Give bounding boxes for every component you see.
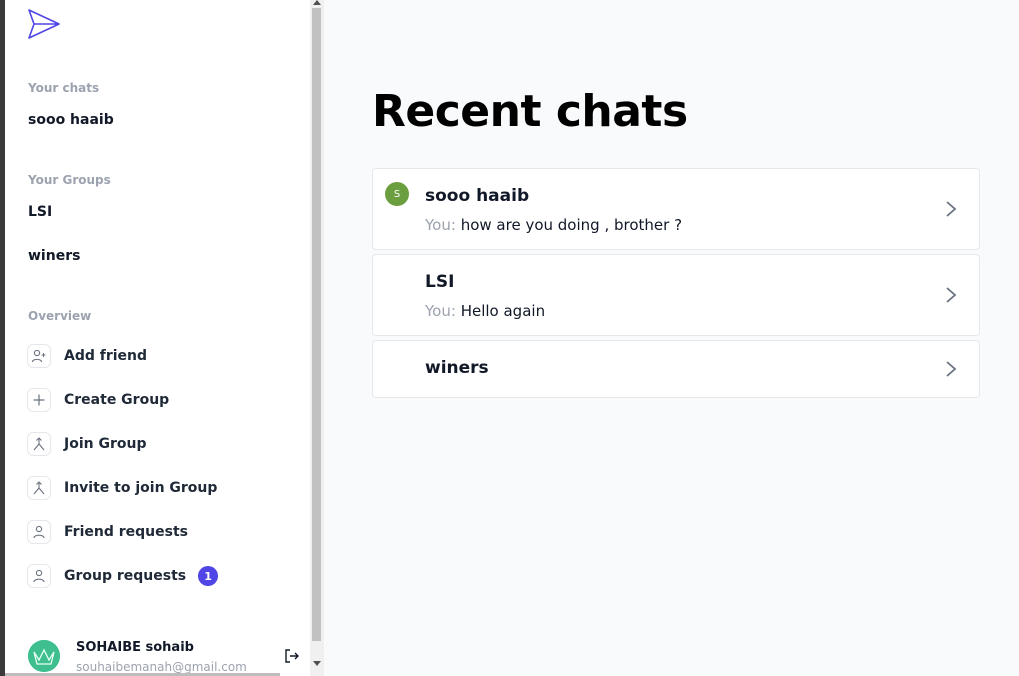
add-friend-link[interactable]: Add friend <box>27 343 147 369</box>
logout-icon[interactable] <box>283 647 301 665</box>
chat-name: LSI <box>425 272 455 292</box>
chat-avatar: S <box>385 182 409 206</box>
chat-name: sooo haaib <box>425 186 530 206</box>
group-requests-count-badge: 1 <box>198 566 219 586</box>
your-chats-heading: Your chats <box>28 81 100 95</box>
overview-heading: Overview <box>28 309 92 323</box>
invite-to-group-link[interactable]: Invite to join Group <box>27 475 217 501</box>
add-friend-label: Add friend <box>64 348 148 364</box>
create-group-label: Create Group <box>64 392 170 408</box>
create-group-link[interactable]: Create Group <box>27 387 169 413</box>
group-requests-link[interactable]: Group requests 1 <box>27 563 219 589</box>
friend-requests-link[interactable]: Friend requests <box>27 519 188 545</box>
message-text: how are you doing , brother ? <box>460 216 683 234</box>
paper-plane-logo-icon[interactable] <box>27 8 61 40</box>
user-plus-icon <box>27 344 51 368</box>
chat-card[interactable]: winers <box>372 340 980 398</box>
merge-icon <box>27 476 51 500</box>
invite-to-group-label: Invite to join Group <box>64 480 218 496</box>
plus-icon <box>27 388 51 412</box>
page-title: Recent chats <box>372 86 688 137</box>
merge-icon <box>27 432 51 456</box>
join-group-link[interactable]: Join Group <box>27 431 146 457</box>
sidebar: Your chats sooo haaib Your Groups LSI wi… <box>5 0 310 676</box>
sidebar-scrollbar[interactable] <box>310 0 324 676</box>
profile-name: SOHAIBE sohaib <box>76 640 194 655</box>
group-requests-label: Group requests <box>64 568 187 584</box>
chat-last-message: You: how are you doing , brother ? <box>425 216 682 234</box>
sidebar-chat-item[interactable]: sooo haaib <box>28 112 114 128</box>
user-icon <box>27 564 51 588</box>
chat-last-message: You: Hello again <box>425 302 545 320</box>
scroll-up-arrow-icon[interactable] <box>313 0 321 5</box>
you-prefix: You: <box>425 302 456 320</box>
user-icon <box>27 520 51 544</box>
chevron-right-icon <box>946 201 957 217</box>
friend-requests-label: Friend requests <box>64 524 188 540</box>
you-prefix: You: <box>425 216 456 234</box>
chat-card[interactable]: S sooo haaib You: how are you doing , br… <box>372 168 980 250</box>
chevron-right-icon <box>946 287 957 303</box>
your-groups-heading: Your Groups <box>28 173 111 187</box>
message-text: Hello again <box>460 302 546 320</box>
scrollbar-thumb[interactable] <box>312 8 321 641</box>
avatar <box>28 640 60 672</box>
scroll-down-arrow-icon[interactable] <box>313 661 321 666</box>
sidebar-group-item[interactable]: winers <box>28 248 80 264</box>
sidebar-group-item[interactable]: LSI <box>28 204 52 220</box>
chat-name: winers <box>425 358 489 378</box>
join-group-label: Join Group <box>64 436 147 452</box>
chevron-right-icon <box>946 361 957 377</box>
profile-email: souhaibemanah@gmail.com <box>76 660 247 674</box>
chat-card[interactable]: LSI You: Hello again <box>372 254 980 336</box>
